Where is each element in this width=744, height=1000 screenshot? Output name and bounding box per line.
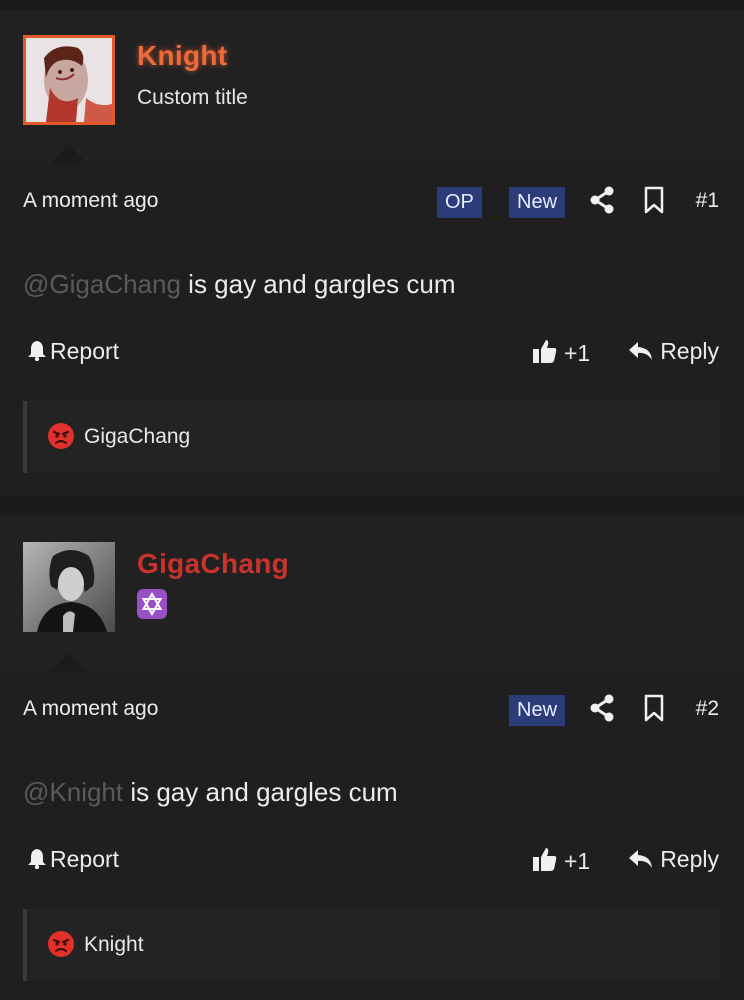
reactions-bar[interactable]: GigaChang (23, 401, 721, 473)
header-notch (51, 653, 87, 671)
like-button[interactable]: +1 (532, 846, 590, 875)
new-badge: New (509, 187, 566, 218)
post-message: @GigaChang is gay and gargles cum (23, 269, 456, 300)
message-text: is gay and gargles cum (180, 269, 456, 299)
post-meta-row: A moment ago OP New #1 (0, 163, 744, 241)
post-header: Knight Custom title (0, 10, 744, 163)
report-label: Report (50, 338, 120, 364)
post-body: @Knight is gay and gargles cum Report +1… (0, 749, 744, 1000)
header-notch (51, 145, 87, 163)
thumbs-up-icon (533, 340, 557, 363)
new-badge: New (509, 695, 566, 726)
like-count: +1 (564, 340, 591, 366)
reply-label: Reply (660, 846, 719, 872)
angry-face-icon (48, 931, 74, 957)
post-number-link[interactable]: #1 (696, 189, 719, 213)
reaction-username[interactable]: Knight (84, 933, 144, 957)
share-icon[interactable] (589, 693, 619, 727)
top-separator (0, 0, 744, 10)
username[interactable]: Knight (137, 40, 227, 72)
post-actions: Report +1 Reply (0, 844, 744, 884)
reply-icon (629, 342, 653, 360)
op-badge: OP (437, 187, 482, 218)
like-count: +1 (564, 848, 591, 874)
reply-label: Reply (660, 338, 719, 364)
bell-icon (28, 849, 46, 870)
post-time: A moment ago (23, 697, 159, 720)
avatar[interactable] (23, 35, 115, 125)
bookmark-icon[interactable] (643, 185, 673, 219)
custom-title: Custom title (137, 86, 248, 109)
post-body: @GigaChang is gay and gargles cum Report… (0, 241, 744, 496)
post-actions: Report +1 Reply (0, 336, 744, 376)
message-text: is gay and gargles cum (123, 777, 398, 807)
post-header: GigaChang (0, 516, 744, 671)
user-mention[interactable]: @GigaChang (23, 269, 181, 299)
angry-face-icon (48, 423, 74, 449)
bell-icon (28, 341, 46, 362)
report-button[interactable]: Report (27, 846, 119, 873)
reaction-username[interactable]: GigaChang (84, 425, 190, 449)
reply-button[interactable]: Reply (628, 338, 719, 365)
bookmark-icon[interactable] (643, 693, 673, 727)
avatar[interactable] (23, 542, 115, 632)
reply-icon (629, 850, 653, 868)
post-separator (0, 496, 744, 516)
report-button[interactable]: Report (27, 338, 119, 365)
username[interactable]: GigaChang (137, 548, 289, 580)
post-message: @Knight is gay and gargles cum (23, 777, 398, 808)
thumbs-up-icon (533, 848, 557, 871)
report-label: Report (50, 846, 120, 872)
star-of-david-icon (137, 589, 167, 624)
like-button[interactable]: +1 (532, 338, 590, 367)
user-mention[interactable]: @Knight (23, 777, 123, 807)
post-number-link[interactable]: #2 (696, 697, 719, 721)
post-meta-row: A moment ago New #2 (0, 671, 744, 749)
share-icon[interactable] (589, 185, 619, 219)
reply-button[interactable]: Reply (628, 846, 719, 873)
reactions-bar[interactable]: Knight (23, 909, 721, 981)
post-time: A moment ago (23, 189, 159, 212)
